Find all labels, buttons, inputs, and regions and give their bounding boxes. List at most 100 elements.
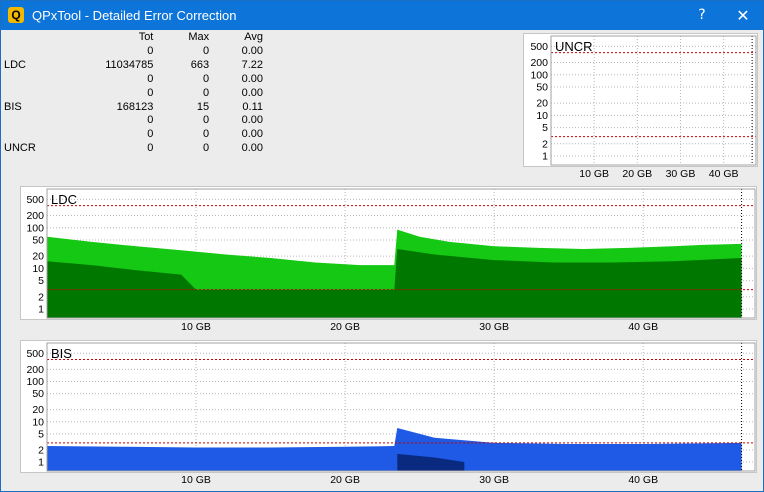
- qpxtool-window: Q QPxTool - Detailed Error Correction ? …: [0, 0, 764, 492]
- stats-row-tot: 0: [147, 86, 154, 99]
- stats-row: BIS 168123 15 0.11: [3, 101, 265, 115]
- stats-row-tot: 0: [147, 114, 154, 127]
- x-tick-label: 20 GB: [330, 474, 360, 486]
- x-tick-label: 40 GB: [709, 168, 739, 180]
- stats-row-label: UNCR: [4, 142, 36, 155]
- stats-row-max: 0: [203, 128, 210, 141]
- stats-row: 0 0 0.00: [3, 87, 265, 101]
- stats-row: LDC 11034785 663 7.22: [3, 59, 265, 73]
- y-tick-label: 500: [530, 41, 548, 53]
- stats-row-label: LDC: [4, 58, 27, 71]
- y-tick-label: 2: [38, 444, 44, 456]
- y-tick-label: 1: [542, 150, 548, 162]
- x-tick-label: 10 GB: [181, 321, 211, 333]
- stats-row-label: [3, 87, 78, 101]
- stats-header-label: [3, 31, 78, 45]
- stats-header-avg: Avg: [244, 31, 263, 43]
- x-tick-label: 40 GB: [628, 474, 658, 486]
- x-tick-label: 20 GB: [330, 321, 360, 333]
- y-tick-label: 100: [26, 376, 44, 388]
- uncr-chart-svg: 500 20010050 20105 21 10 GB 20 GB 30 GB 40 GB: [530, 35, 757, 180]
- stats-row-tot: 0: [147, 142, 154, 155]
- stats-body: 0 0 0.00 LDC 11034785 663 7.22 0 0 0.00 0 0 0.00 BIS 1…: [3, 45, 265, 156]
- ldc-chart: 500 200 100 50 20 10 5 2 1 10 GB 20 GB 30 GB 40 GB L…: [20, 186, 757, 333]
- series-area: [47, 428, 742, 471]
- stats-row-label: [3, 45, 78, 59]
- app-icon: Q: [8, 7, 24, 23]
- stats-row-avg: 0.00: [241, 128, 263, 141]
- bis-chart-svg: 500 20010050 20105 21 10 GB 20 GB 30 GB 40 GB: [26, 342, 756, 486]
- y-tick-label: 1: [38, 303, 44, 315]
- y-tick-label: 5: [38, 428, 44, 440]
- y-tick-label: 20: [32, 404, 44, 416]
- x-tick-label: 10 GB: [181, 474, 211, 486]
- stats-row: UNCR 0 0 0.00: [3, 142, 265, 156]
- stats-row: 0 0 0.00: [3, 114, 265, 128]
- y-tick-label: 5: [38, 275, 44, 287]
- y-tick-label: 20: [32, 251, 44, 263]
- stats-row-tot: 0: [147, 44, 154, 57]
- stats-row-label: [3, 73, 78, 87]
- stats-row-avg: 0.00: [241, 44, 263, 57]
- stats-row: 0 0 0.00: [3, 128, 265, 142]
- stats-header-max: Max: [188, 31, 210, 43]
- y-tick-label: 1: [38, 457, 44, 469]
- y-tick-label: 100: [530, 69, 548, 81]
- x-tick-label: 10 GB: [579, 168, 609, 180]
- bis-chart: 500 200 100 50 20 10 5 2 1 10 GB 20 GB 30 GB 40 GB B…: [20, 340, 757, 486]
- stats-row-label: [3, 128, 78, 142]
- uncr-chart-title: UNCR: [555, 39, 593, 54]
- stats-row-max: 663: [190, 58, 210, 71]
- x-tick-label: 30 GB: [666, 168, 696, 180]
- x-tick-label: 30 GB: [479, 321, 509, 333]
- close-button[interactable]: ✕: [724, 1, 762, 30]
- x-tick-label: 20 GB: [622, 168, 652, 180]
- y-tick-label: 2: [38, 291, 44, 303]
- y-tick-label: 50: [536, 81, 548, 93]
- y-tick-label: 500: [26, 348, 44, 360]
- stats-row-max: 0: [203, 86, 210, 99]
- stats-header-tot: Tot: [138, 31, 154, 43]
- stats-row-max: 0: [203, 142, 210, 155]
- stats-row-label: BIS: [4, 100, 22, 113]
- stats-row-label: [3, 114, 78, 128]
- title-bar[interactable]: Q QPxTool - Detailed Error Correction ? …: [1, 1, 763, 30]
- stats-row-tot: 168123: [116, 100, 154, 113]
- stats-row-avg: 0.00: [241, 114, 263, 127]
- stats-row-max: 0: [203, 114, 210, 127]
- window-title: QPxTool - Detailed Error Correction: [32, 8, 237, 23]
- y-tick-label: 2: [542, 138, 548, 150]
- ldc-chart-svg: 500 20010050 20105 21 10 GB 20 GB 30 GB 40 GB: [26, 188, 756, 333]
- help-button[interactable]: ?: [683, 1, 721, 30]
- y-tick-label: 50: [32, 234, 44, 246]
- y-tick-label: 10: [32, 263, 44, 275]
- stats-row-avg: 7.22: [241, 58, 263, 71]
- plot-border: [550, 35, 757, 166]
- stats-row-avg: 0.00: [241, 86, 263, 99]
- bis-chart-title: BIS: [51, 346, 72, 361]
- stats-row-avg: 0.00: [241, 142, 263, 155]
- y-tick-label: 200: [530, 57, 548, 69]
- y-tick-label: 100: [26, 222, 44, 234]
- stats-row-max: 0: [203, 72, 210, 85]
- x-tick-label: 30 GB: [479, 474, 509, 486]
- y-tick-label: 200: [26, 210, 44, 222]
- stats-row-avg: 0.00: [241, 72, 263, 85]
- y-tick-label: 10: [536, 110, 548, 122]
- y-tick-label: 500: [26, 194, 44, 206]
- stats-row-tot: 0: [147, 72, 154, 85]
- stats-row: 0 0 0.00: [3, 45, 265, 59]
- y-tick-label: 200: [26, 364, 44, 376]
- stats-row-tot: 0: [147, 128, 154, 141]
- x-tick-label: 40 GB: [628, 321, 658, 333]
- y-tick-label: 10: [32, 416, 44, 428]
- stats-row-max: 15: [196, 100, 210, 113]
- stats-row-avg: 0.11: [242, 100, 263, 113]
- stats-row: 0 0 0.00: [3, 73, 265, 87]
- y-tick-label: 50: [32, 388, 44, 400]
- uncr-chart: 500 200 100 50 20 10 5 2 1 10 GB 20 GB 30 GB 40 GB U…: [523, 33, 758, 180]
- stats-header-row: Tot Max Avg: [3, 31, 265, 45]
- y-tick-label: 20: [536, 98, 548, 110]
- stats-row-max: 0: [203, 44, 210, 57]
- ldc-chart-title: LDC: [51, 192, 78, 207]
